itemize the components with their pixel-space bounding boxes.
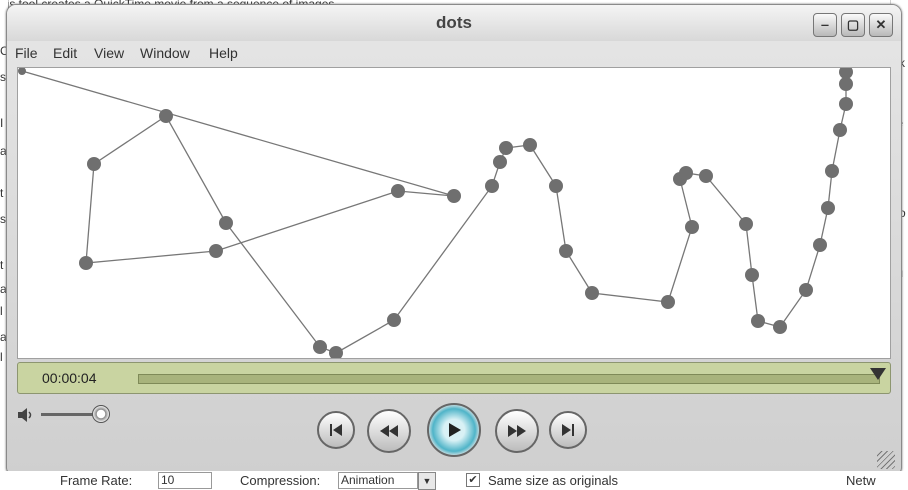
scrubber-track[interactable] bbox=[138, 374, 880, 384]
dot-point bbox=[685, 220, 699, 234]
dot-point bbox=[18, 68, 26, 75]
title-bar[interactable]: dots ‒ ▢ ✕ bbox=[7, 5, 901, 41]
play-icon bbox=[449, 423, 461, 437]
background-left-fragment: t bbox=[0, 258, 4, 272]
background-left-fragment: t bbox=[0, 186, 4, 200]
volume-knob[interactable] bbox=[92, 405, 110, 423]
dot-point bbox=[821, 201, 835, 215]
dot-point bbox=[839, 97, 853, 111]
dot-point bbox=[559, 244, 573, 258]
menu-window[interactable]: Window bbox=[140, 45, 190, 61]
menu-view[interactable]: View bbox=[94, 45, 124, 61]
timecode: 00:00:04 bbox=[42, 370, 97, 386]
quicktime-player-window: dots ‒ ▢ ✕ File Edit View Window Help 00… bbox=[6, 4, 902, 474]
dot-point bbox=[329, 346, 343, 358]
fast-forward-icon bbox=[508, 425, 526, 437]
dot-point bbox=[387, 313, 401, 327]
background-left-fragment: I bbox=[0, 116, 4, 130]
dot-point bbox=[799, 283, 813, 297]
maximize-button[interactable]: ▢ bbox=[841, 13, 865, 37]
controls-panel bbox=[7, 397, 901, 473]
background-left-fragment: l bbox=[0, 350, 3, 364]
menu-file[interactable]: File bbox=[15, 45, 38, 61]
movie-frame bbox=[17, 67, 891, 359]
dot-point bbox=[499, 141, 513, 155]
dot-point bbox=[813, 238, 827, 252]
same-size-label: Same size as originals bbox=[488, 473, 619, 488]
resize-grip-icon[interactable] bbox=[877, 451, 895, 469]
window-title: dots bbox=[436, 13, 472, 32]
chevron-down-icon[interactable]: ▼ bbox=[418, 472, 436, 490]
compression-select[interactable]: Animation bbox=[338, 472, 418, 489]
dot-point bbox=[209, 244, 223, 258]
dot-point bbox=[773, 320, 787, 334]
dot-point bbox=[661, 295, 675, 309]
dot-point bbox=[79, 256, 93, 270]
dot-point bbox=[447, 189, 461, 203]
skip-to-end-icon bbox=[562, 424, 574, 436]
dot-point bbox=[839, 77, 853, 91]
network-label: Netw bbox=[846, 473, 876, 488]
skip-to-end-button[interactable] bbox=[549, 411, 587, 449]
dot-point bbox=[585, 286, 599, 300]
dot-point bbox=[313, 340, 327, 354]
rewind-button[interactable] bbox=[367, 409, 411, 453]
dot-point bbox=[523, 138, 537, 152]
speaker-icon[interactable] bbox=[17, 407, 35, 423]
playhead-icon[interactable] bbox=[870, 368, 886, 380]
skip-to-start-icon bbox=[330, 424, 342, 436]
skip-to-start-button[interactable] bbox=[317, 411, 355, 449]
dots-connecting-line bbox=[21, 70, 847, 354]
dot-point bbox=[699, 169, 713, 183]
dot-point bbox=[391, 184, 405, 198]
play-button[interactable] bbox=[427, 403, 481, 457]
dot-point bbox=[549, 179, 563, 193]
dot-point bbox=[159, 109, 173, 123]
background-bottom-form: Frame Rate: 10 Compression: Animation ▼ … bbox=[0, 471, 908, 490]
dot-point bbox=[745, 268, 759, 282]
minimize-button[interactable]: ‒ bbox=[813, 13, 837, 37]
frame-rate-label: Frame Rate: bbox=[60, 473, 133, 488]
same-size-checkbox[interactable]: ✔ bbox=[466, 473, 480, 487]
menu-bar: File Edit View Window Help bbox=[7, 43, 901, 65]
background-left-fragment: l bbox=[0, 304, 3, 318]
dot-point bbox=[751, 314, 765, 328]
dot-point bbox=[493, 155, 507, 169]
dot-point bbox=[87, 157, 101, 171]
dots-drawing bbox=[18, 68, 853, 358]
dot-point bbox=[839, 68, 853, 79]
dot-point bbox=[825, 164, 839, 178]
dot-point bbox=[739, 217, 753, 231]
close-button[interactable]: ✕ bbox=[869, 13, 893, 37]
fast-forward-button[interactable] bbox=[495, 409, 539, 453]
frame-rate-field[interactable]: 10 bbox=[158, 472, 212, 489]
menu-edit[interactable]: Edit bbox=[53, 45, 77, 61]
dot-point bbox=[679, 166, 693, 180]
dot-point bbox=[219, 216, 233, 230]
dot-point bbox=[833, 123, 847, 137]
compression-label: Compression: bbox=[240, 473, 321, 488]
rewind-icon bbox=[380, 425, 398, 437]
menu-help[interactable]: Help bbox=[209, 45, 238, 61]
dot-point bbox=[485, 179, 499, 193]
timeline-bar: 00:00:04 bbox=[17, 362, 891, 394]
